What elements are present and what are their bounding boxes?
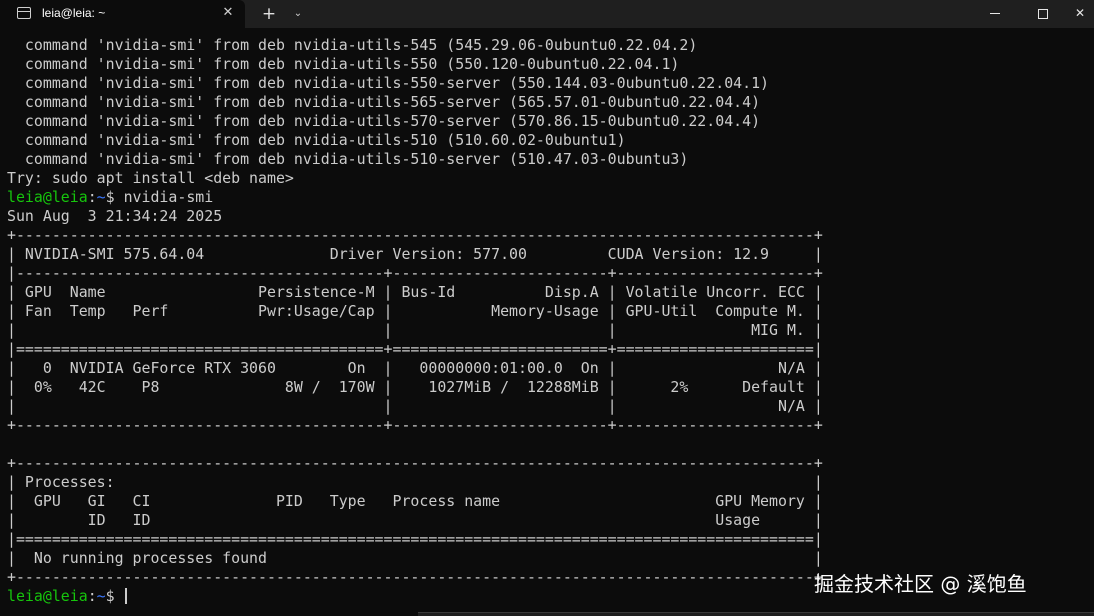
terminal-output[interactable]: command 'nvidia-smi' from deb nvidia-uti… [0,28,1094,616]
output-line: |=======================================… [7,530,823,548]
tab-title: leia@leia: ~ [42,6,106,20]
output-line: |---------------------------------------… [7,264,823,282]
taskbar-edge [418,612,1094,616]
output-line: | | | MIG M. | [7,321,823,339]
output-line: | ID ID Usage | [7,511,823,529]
maximize-icon [1038,8,1048,19]
terminal-icon [17,7,31,19]
output-line: | Processes: | [7,473,823,491]
minimize-icon [990,13,1000,14]
output-line: | Fan Temp Perf Pwr:Usage/Cap | Memory-U… [7,302,823,320]
title-bar: leia@leia: ~ ✕ + ⌄ ✕ [0,0,1094,28]
prompt-user: leia@leia [7,188,88,206]
maximize-button[interactable] [1020,0,1066,28]
output-line: | NVIDIA-SMI 575.64.04 Driver Version: 5… [7,245,823,263]
chevron-down-icon[interactable]: ⌄ [288,3,308,25]
output-line: | GPU GI CI PID Type Process name GPU Me… [7,492,823,510]
terminal-line: command 'nvidia-smi' from deb nvidia-uti… [7,131,626,149]
output-line: +---------------------------------------… [7,568,823,586]
prompt-path: ~ [96,188,106,206]
output-line: | 0% 42C P8 8W / 170W | 1027MiB / 12288M… [7,378,823,396]
prompt-separator: : [87,188,97,206]
prompt-symbol: $ [105,188,124,206]
prompt-symbol: $ [105,587,124,605]
new-tab-button[interactable]: + [258,3,280,25]
terminal-line: command 'nvidia-smi' from deb nvidia-uti… [7,112,761,130]
text-cursor [124,588,127,604]
watermark: 掘金技术社区 @ 溪饱鱼 [814,572,1027,596]
output-line: | 0 NVIDIA GeForce RTX 3060 On | 0000000… [7,359,823,377]
prompt-separator: : [87,587,97,605]
prompt-user: leia@leia [7,587,88,605]
terminal-line: command 'nvidia-smi' from deb nvidia-uti… [7,150,689,168]
output-line: | No running processes found | [7,549,823,567]
prompt-line[interactable]: leia@leia:~$ [7,587,823,606]
output-line: +---------------------------------------… [7,226,823,244]
terminal-line: command 'nvidia-smi' from deb nvidia-uti… [7,74,770,92]
prompt-command: nvidia-smi [123,188,214,206]
output-line: | GPU Name Persistence-M | Bus-Id Disp.A… [7,283,823,301]
output-line: +---------------------------------------… [7,454,823,472]
prompt-path: ~ [96,587,106,605]
tab-close-icon[interactable]: ✕ [219,4,237,22]
terminal-line: command 'nvidia-smi' from deb nvidia-uti… [7,93,761,111]
prompt-line: leia@leia:~$ nvidia-smi [7,188,823,207]
terminal-line: command 'nvidia-smi' from deb nvidia-uti… [7,36,698,54]
output-line: |=======================================… [7,340,823,358]
output-line: | | | N/A | [7,397,823,415]
minimize-button[interactable] [972,0,1018,28]
terminal-line: Try: sudo apt install <deb name> [7,169,294,187]
terminal-tab[interactable]: leia@leia: ~ ✕ [0,0,245,28]
output-line: +---------------------------------------… [7,416,823,434]
terminal-lines: command 'nvidia-smi' from deb nvidia-uti… [7,36,823,606]
close-button[interactable]: ✕ [1066,0,1094,28]
terminal-line: command 'nvidia-smi' from deb nvidia-uti… [7,55,680,73]
output-line: Sun Aug 3 21:34:24 2025 [7,207,223,225]
